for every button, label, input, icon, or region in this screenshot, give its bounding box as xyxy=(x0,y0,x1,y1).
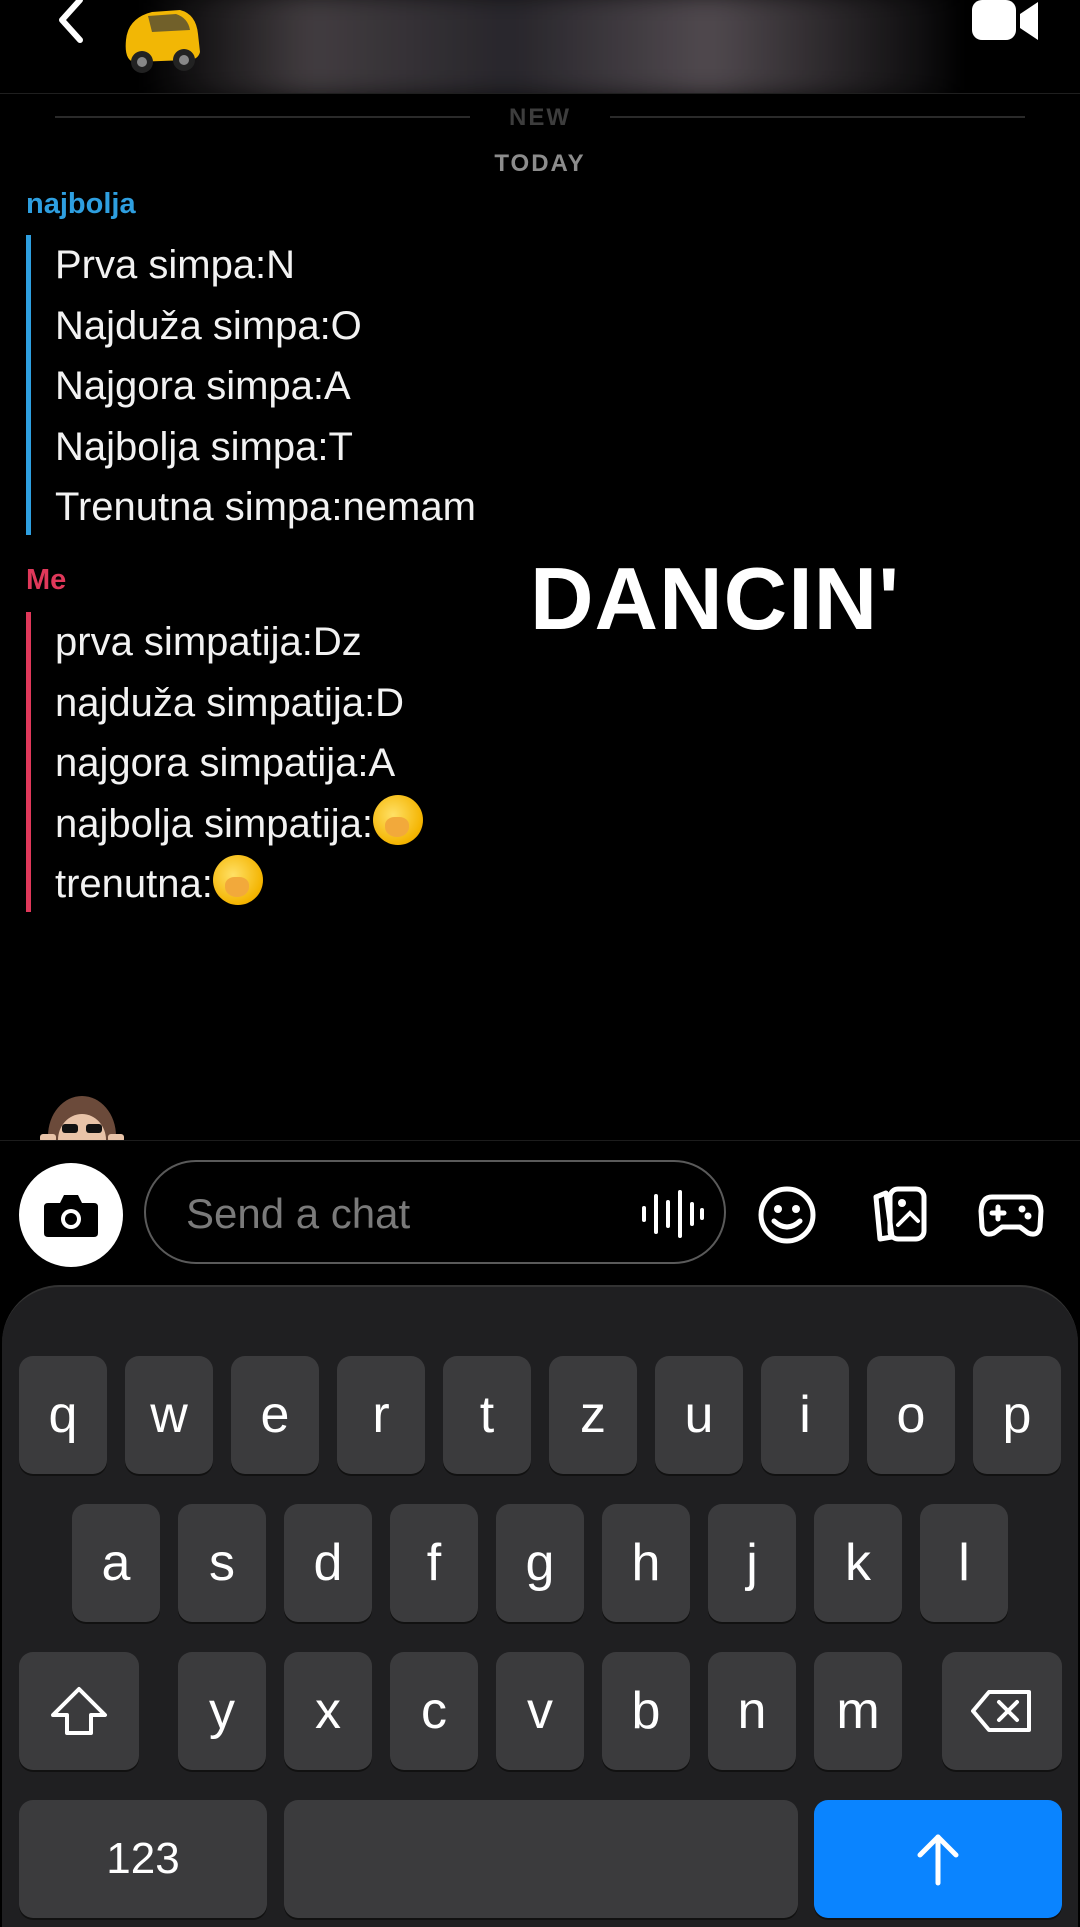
message-line-with-emoji: najbolja simpatija: xyxy=(55,794,423,855)
key[interactable]: h xyxy=(602,1504,690,1622)
on-screen-keyboard: q w e r t z u i o p a s d f g h j k l y … xyxy=(0,1285,1080,1927)
hand-over-mouth-emoji-icon xyxy=(212,855,263,905)
key[interactable]: g xyxy=(496,1504,584,1622)
chevron-left-icon[interactable] xyxy=(50,0,90,48)
message-me[interactable]: prva simpatija:Dz najduža simpatija:D na… xyxy=(26,612,423,912)
sender-name-friend[interactable]: najbolja xyxy=(26,188,136,221)
message-line: Najgora simpa:A xyxy=(55,364,351,408)
arrow-up-icon xyxy=(917,1834,959,1886)
key[interactable]: w xyxy=(125,1356,213,1474)
key[interactable]: o xyxy=(867,1356,955,1474)
chat-header xyxy=(0,0,1080,94)
voice-waveform-icon[interactable] xyxy=(640,1190,706,1238)
chat-input-placeholder: Send a chat xyxy=(186,1190,411,1237)
key[interactable]: s xyxy=(178,1504,266,1622)
bitmoji-avatar-icon[interactable] xyxy=(38,1090,126,1140)
bitmoji-car-icon[interactable] xyxy=(118,0,206,78)
message-line: Najbolja simpa:T xyxy=(55,424,353,469)
key[interactable]: k xyxy=(814,1504,902,1622)
key[interactable]: v xyxy=(496,1652,584,1770)
key[interactable]: z xyxy=(549,1356,637,1474)
video-camera-icon[interactable] xyxy=(970,0,1042,44)
hand-over-mouth-emoji-icon xyxy=(372,794,423,845)
message-text: trenutna: xyxy=(55,862,213,906)
key[interactable]: d xyxy=(284,1504,372,1622)
key[interactable]: j xyxy=(708,1504,796,1622)
message-line: Najduža simpa:O xyxy=(55,303,362,348)
key[interactable]: u xyxy=(655,1356,743,1474)
new-label: NEW xyxy=(470,104,610,132)
date-label: TODAY xyxy=(494,150,586,177)
key[interactable]: a xyxy=(72,1504,160,1622)
message-friend[interactable]: Prva simpa:N Najduža simpa:O Najgora sim… xyxy=(26,235,476,535)
key[interactable]: l xyxy=(920,1504,1008,1622)
keyboard-panel: q w e r t z u i o p a s d f g h j k l y … xyxy=(2,1285,1078,1927)
key[interactable]: p xyxy=(973,1356,1061,1474)
message-text: najbolja simpatija: xyxy=(55,801,373,846)
key[interactable]: i xyxy=(761,1356,849,1474)
key[interactable]: y xyxy=(178,1652,266,1770)
space-key[interactable] xyxy=(284,1800,798,1918)
key[interactable]: f xyxy=(390,1504,478,1622)
message-line: prva simpatija:Dz xyxy=(55,620,362,664)
camera-icon xyxy=(44,1195,98,1237)
dancing-sticker-text: DANCIN' xyxy=(530,549,901,648)
key[interactable]: n xyxy=(708,1652,796,1770)
chat-input-bar: Send a chat xyxy=(0,1140,1080,1286)
memories-icon[interactable] xyxy=(866,1185,932,1245)
message-line: Trenutna simpa:nemam xyxy=(55,485,476,529)
key[interactable]: x xyxy=(284,1652,372,1770)
send-key[interactable] xyxy=(814,1800,1062,1918)
chat-input[interactable]: Send a chat xyxy=(144,1160,726,1264)
shift-arrow-icon xyxy=(51,1687,107,1735)
message-line: Prva simpa:N xyxy=(55,243,296,287)
key[interactable]: c xyxy=(390,1652,478,1770)
key[interactable]: e xyxy=(231,1356,319,1474)
key[interactable]: t xyxy=(443,1356,531,1474)
message-line: najgora simpatija:A xyxy=(55,741,396,785)
key[interactable]: r xyxy=(337,1356,425,1474)
camera-button[interactable] xyxy=(19,1163,123,1267)
numbers-key[interactable]: 123 xyxy=(19,1800,267,1918)
smiley-icon[interactable] xyxy=(754,1185,820,1245)
key[interactable]: q xyxy=(19,1356,107,1474)
message-line-with-emoji: trenutna: xyxy=(55,854,423,915)
backspace-key[interactable] xyxy=(942,1652,1062,1770)
shift-key[interactable] xyxy=(19,1652,139,1770)
key[interactable]: b xyxy=(602,1652,690,1770)
game-controller-icon[interactable] xyxy=(978,1185,1044,1245)
backspace-icon xyxy=(971,1690,1031,1732)
key[interactable]: m xyxy=(814,1652,902,1770)
message-line: najduža simpatija:D xyxy=(55,680,405,725)
sender-name-me: Me xyxy=(26,564,67,596)
blurred-bitmoji-banner xyxy=(150,0,950,93)
